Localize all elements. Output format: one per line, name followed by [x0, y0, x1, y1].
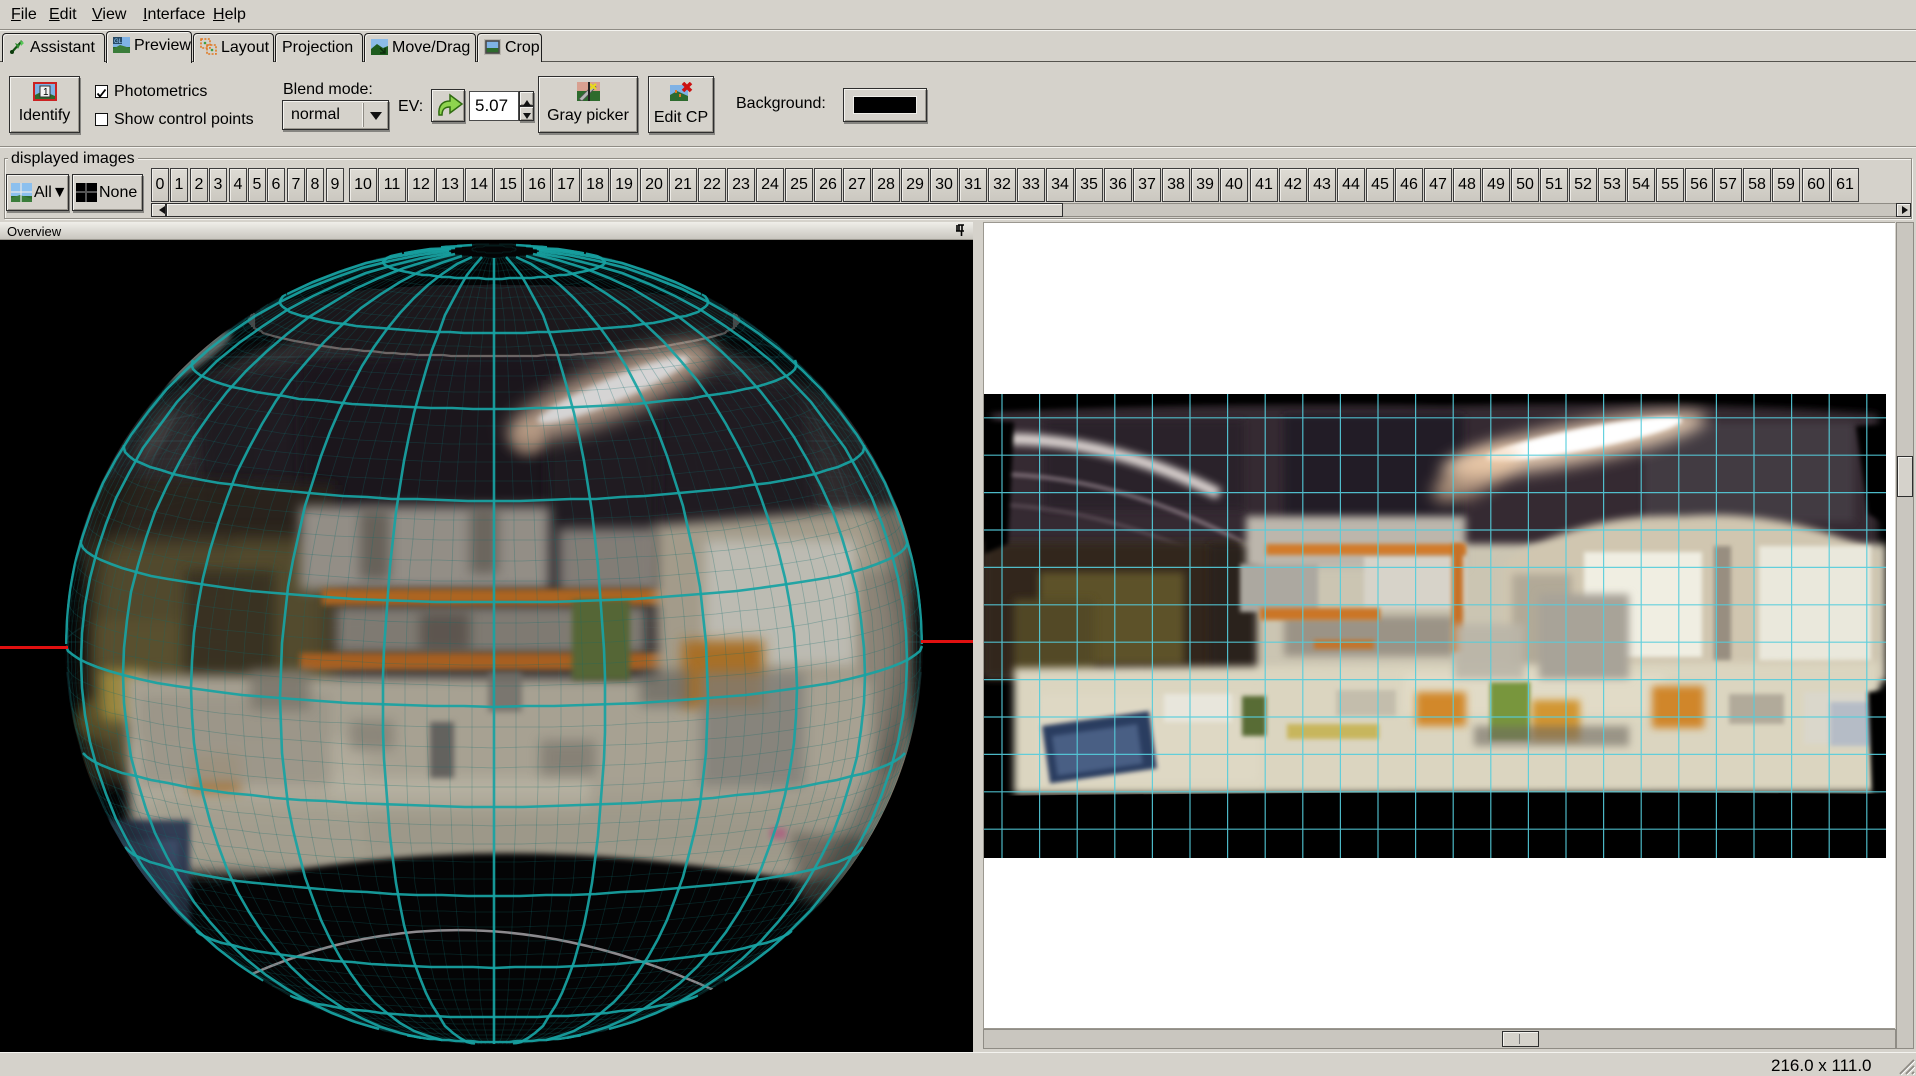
svg-text:1: 1	[43, 87, 49, 98]
svg-text:GL: GL	[114, 39, 123, 45]
